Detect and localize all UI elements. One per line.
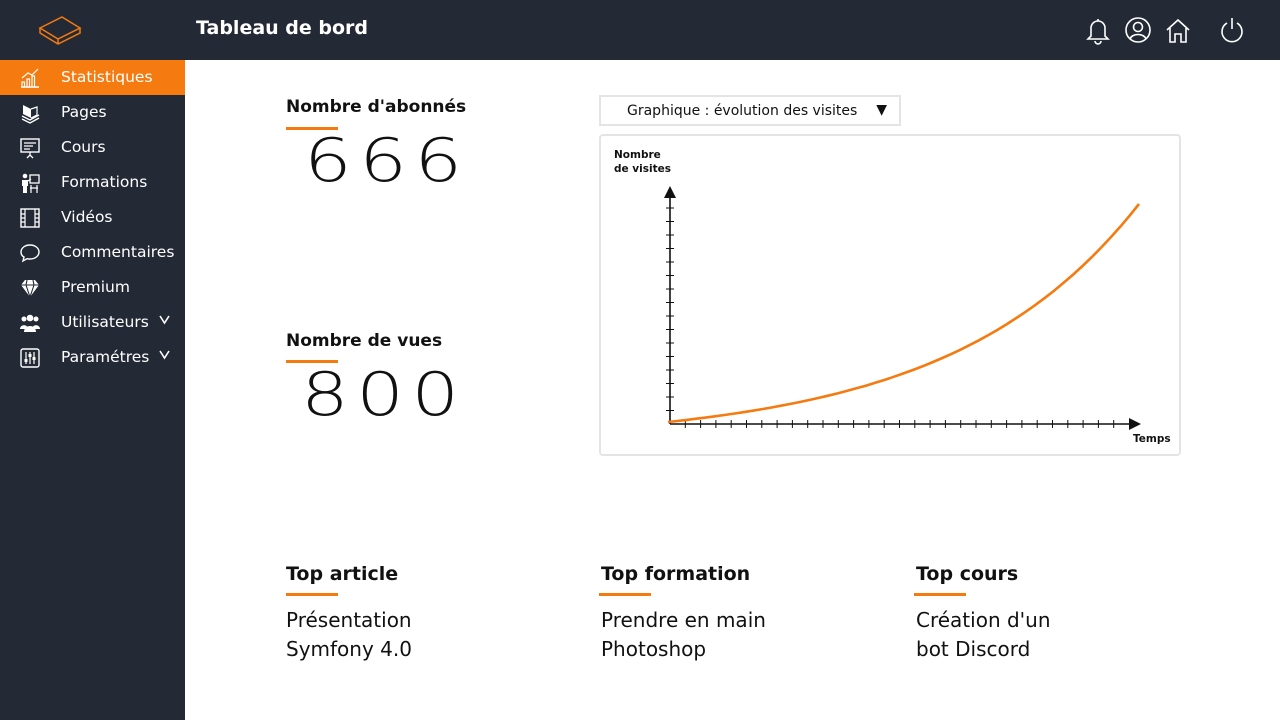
sidebar-item-statistiques[interactable]: Statistiques [0, 60, 185, 95]
top-cours-value[interactable]: Création d'un bot Discord [916, 606, 1156, 664]
chart-axes [664, 186, 1141, 430]
chart-icon [21, 68, 39, 88]
top-article-value[interactable]: Présentation Symfony 4.0 [286, 606, 526, 664]
x-axis-arrow [1129, 418, 1141, 430]
sidebar-item-parametres[interactable]: Paramétres [0, 340, 185, 375]
chart-type-select[interactable]: Graphique : évolution des visites ▼ [599, 95, 901, 126]
sliders-icon [20, 348, 40, 368]
x-axis-label: Temps [1133, 433, 1171, 445]
sidebar-item-label: Pages [61, 103, 107, 121]
underline [599, 593, 651, 596]
sidebar-item-label: Cours [61, 138, 106, 156]
sidebar-item-commentaires[interactable]: Commentaires [0, 235, 185, 270]
top-article-title: Top article [286, 563, 399, 585]
sidebar-item-cours[interactable]: Cours [0, 130, 185, 165]
chevron-down-icon[interactable] [158, 348, 171, 361]
top-cours-title: Top cours [916, 563, 1019, 585]
diamond-icon [21, 279, 39, 299]
views-value: 800 [301, 360, 467, 430]
top-cours-line2: bot Discord [916, 637, 1031, 661]
sidebar-item-label: Vidéos [61, 208, 113, 226]
sidebar-item-videos[interactable]: Vidéos [0, 200, 185, 235]
top-article-line1: Présentation [286, 608, 412, 632]
chart-canvas: Nombre de visites Temps [614, 149, 1171, 445]
underline [914, 593, 966, 596]
top-formation-value[interactable]: Prendre en main Photoshop [601, 606, 841, 664]
sidebar-item-label: Paramétres [61, 348, 150, 366]
power-icon[interactable] [1217, 15, 1247, 45]
sidebar-item-label: Premium [61, 278, 130, 296]
logo-icon[interactable] [36, 12, 84, 48]
bell-icon[interactable] [1083, 15, 1113, 45]
sidebar-item-utilisateurs[interactable]: Utilisateurs [0, 305, 185, 340]
presentation-icon [20, 138, 40, 159]
top-formation-line1: Prendre en main [601, 608, 766, 632]
sidebar-item-label: Formations [61, 173, 148, 191]
user-icon[interactable] [1123, 15, 1153, 45]
visits-chart: Nombre de visites Temps [599, 134, 1181, 456]
subscribers-value: 666 [304, 126, 470, 196]
pages-icon [21, 105, 40, 124]
underline [286, 593, 338, 596]
sidebar-item-pages[interactable]: Pages [0, 95, 185, 130]
y-axis-label: Nombre de visites [614, 149, 671, 175]
chart-select-value: Graphique : évolution des visites [627, 103, 858, 119]
chevron-down-icon[interactable] [158, 313, 171, 326]
comment-icon [20, 244, 40, 263]
sidebar-item-label: Statistiques [61, 68, 153, 86]
sidebar-item-premium[interactable]: Premium [0, 270, 185, 305]
caret-down-icon: ▼ [876, 102, 887, 118]
page-title: Tableau de bord [196, 17, 369, 39]
home-icon[interactable] [1163, 15, 1193, 45]
views-label: Nombre de vues [286, 331, 443, 351]
sidebar-item-label: Utilisateurs [61, 313, 149, 331]
top-bar: Tableau de bord [0, 0, 1280, 60]
sidebar-item-label: Commentaires [61, 243, 175, 261]
top-cours-line1: Création d'un [916, 608, 1051, 632]
sidebar-item-formations[interactable]: Formations [0, 165, 185, 200]
subscribers-label: Nombre d'abonnés [286, 97, 467, 117]
top-article-line2: Symfony 4.0 [286, 637, 412, 661]
top-formation-line2: Photoshop [601, 637, 707, 661]
sidebar: Statistiques Pages Cours Formations Vidé… [0, 60, 185, 720]
y-axis-arrow [664, 186, 676, 198]
top-formation-title: Top formation [601, 563, 751, 585]
series-line [667, 203, 1141, 424]
training-icon [22, 173, 40, 193]
users-icon [20, 314, 40, 332]
film-icon [20, 208, 40, 228]
